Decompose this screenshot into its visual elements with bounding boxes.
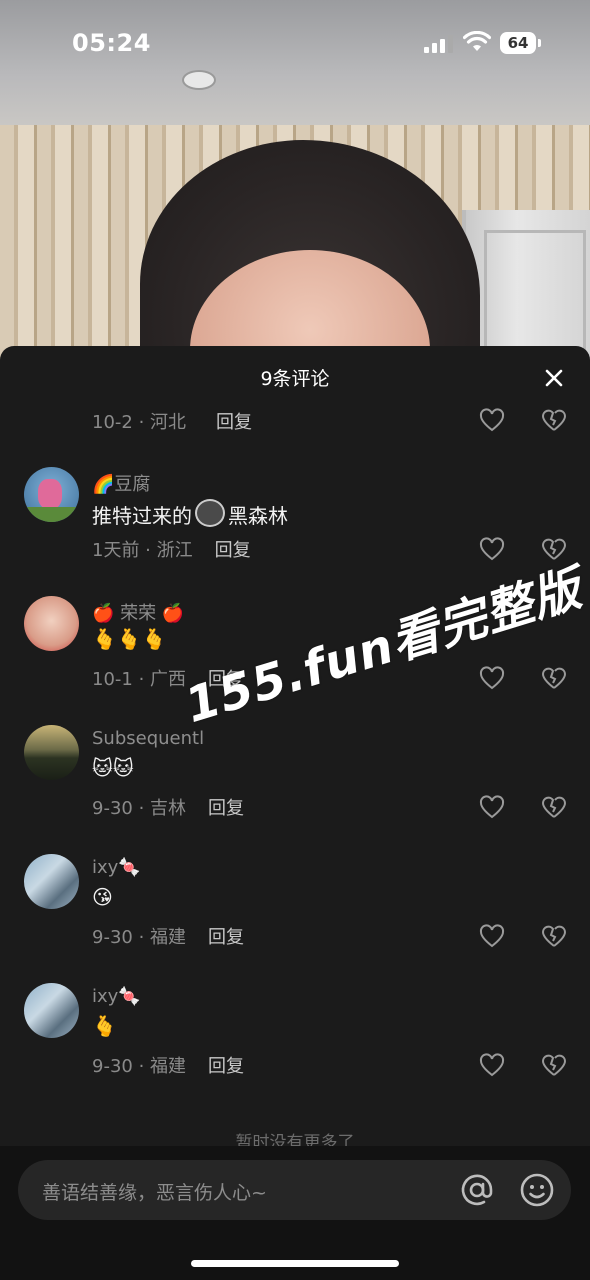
comment-text: 🐱🐱 (92, 756, 134, 780)
status-bar: 05:24 64 (0, 0, 590, 88)
comment-meta: 1天前 · 浙江 回复 (92, 535, 251, 563)
comment-date-location: 1天前 · 浙江 (92, 540, 193, 561)
comment-meta: 9-30 · 福建 回复 (92, 1051, 244, 1079)
comment-meta: 9-30 · 吉林 回复 (92, 793, 244, 821)
comment-text: 推特过来的 黑森林 (92, 499, 288, 529)
reply-button[interactable]: 回复 (208, 923, 244, 949)
comment-input-area: 善语结善缘，恶言伤人心~ (0, 1146, 590, 1280)
broken-heart-icon[interactable] (541, 924, 567, 950)
comment-meta: 10-2 · 河北 回复 (92, 407, 252, 435)
reply-button[interactable]: 回复 (215, 536, 251, 562)
cat-face-sticker (195, 499, 225, 527)
broken-heart-icon[interactable] (541, 1053, 567, 1079)
comment-text: 🫰🫰🫰 (92, 627, 167, 651)
comment-date-location: 9-30 · 吉林 (92, 798, 187, 819)
heart-outline-icon[interactable] (479, 1053, 505, 1079)
reply-button[interactable]: 回复 (208, 794, 244, 820)
door (462, 210, 590, 360)
smiley-icon[interactable] (518, 1171, 556, 1209)
avatar[interactable] (24, 983, 79, 1038)
comment-text: 😘 (92, 885, 113, 909)
wifi-icon (463, 31, 491, 51)
cellular-signal-icon (424, 35, 454, 53)
home-indicator[interactable] (191, 1260, 399, 1267)
comment-input-placeholder: 善语结善缘，恶言伤人心~ (42, 1182, 267, 1204)
comment-text-suffix: 黑森林 (228, 504, 288, 528)
broken-heart-icon[interactable] (541, 408, 567, 434)
comment-username[interactable]: ixy🍬 (92, 857, 141, 878)
comment-text-main: 推特过来的 (92, 504, 192, 528)
avatar[interactable] (24, 467, 79, 522)
broken-heart-icon[interactable] (541, 795, 567, 821)
heart-outline-icon[interactable] (479, 924, 505, 950)
avatar[interactable] (24, 854, 79, 909)
reply-button[interactable]: 回复 (208, 1052, 244, 1078)
comment-input[interactable]: 善语结善缘，恶言伤人心~ (18, 1160, 571, 1220)
broken-heart-icon[interactable] (541, 666, 567, 692)
comment-text: 🫰 (92, 1014, 117, 1038)
comment-date-location: 10-1 · 广西 (92, 669, 187, 690)
comment-date-location: 9-30 · 福建 (92, 1056, 187, 1077)
battery-level: 64 (500, 32, 536, 54)
at-icon[interactable] (458, 1171, 496, 1209)
avatar[interactable] (24, 596, 79, 651)
reply-button[interactable]: 回复 (216, 408, 252, 434)
comment-username[interactable]: 🌈豆腐 (92, 470, 150, 496)
comments-panel: 9条评论 10-2 · 河北 回复 🌈豆腐 推特过来的 黑森林 1天前 · 浙江 … (0, 346, 590, 1280)
comment-date-location: 9-30 · 福建 (92, 927, 187, 948)
status-time: 05:24 (72, 29, 151, 57)
comment-date-location: 10-2 · 河北 (92, 412, 187, 433)
comment-meta: 9-30 · 福建 回复 (92, 922, 244, 950)
comment-username[interactable]: Subsequentl (92, 728, 204, 749)
comment-username[interactable]: ixy🍬 (92, 986, 141, 1007)
comment-username[interactable]: 🍎 荣荣 🍎 (92, 599, 184, 625)
battery-cap (538, 39, 541, 47)
avatar[interactable] (24, 725, 79, 780)
comment-list: 10-2 · 河北 回复 🌈豆腐 推特过来的 黑森林 1天前 · 浙江 回复 🍎… (0, 346, 590, 1153)
heart-outline-icon[interactable] (479, 408, 505, 434)
heart-outline-icon[interactable] (479, 795, 505, 821)
heart-outline-icon[interactable] (479, 666, 505, 692)
heart-outline-icon[interactable] (479, 537, 505, 563)
